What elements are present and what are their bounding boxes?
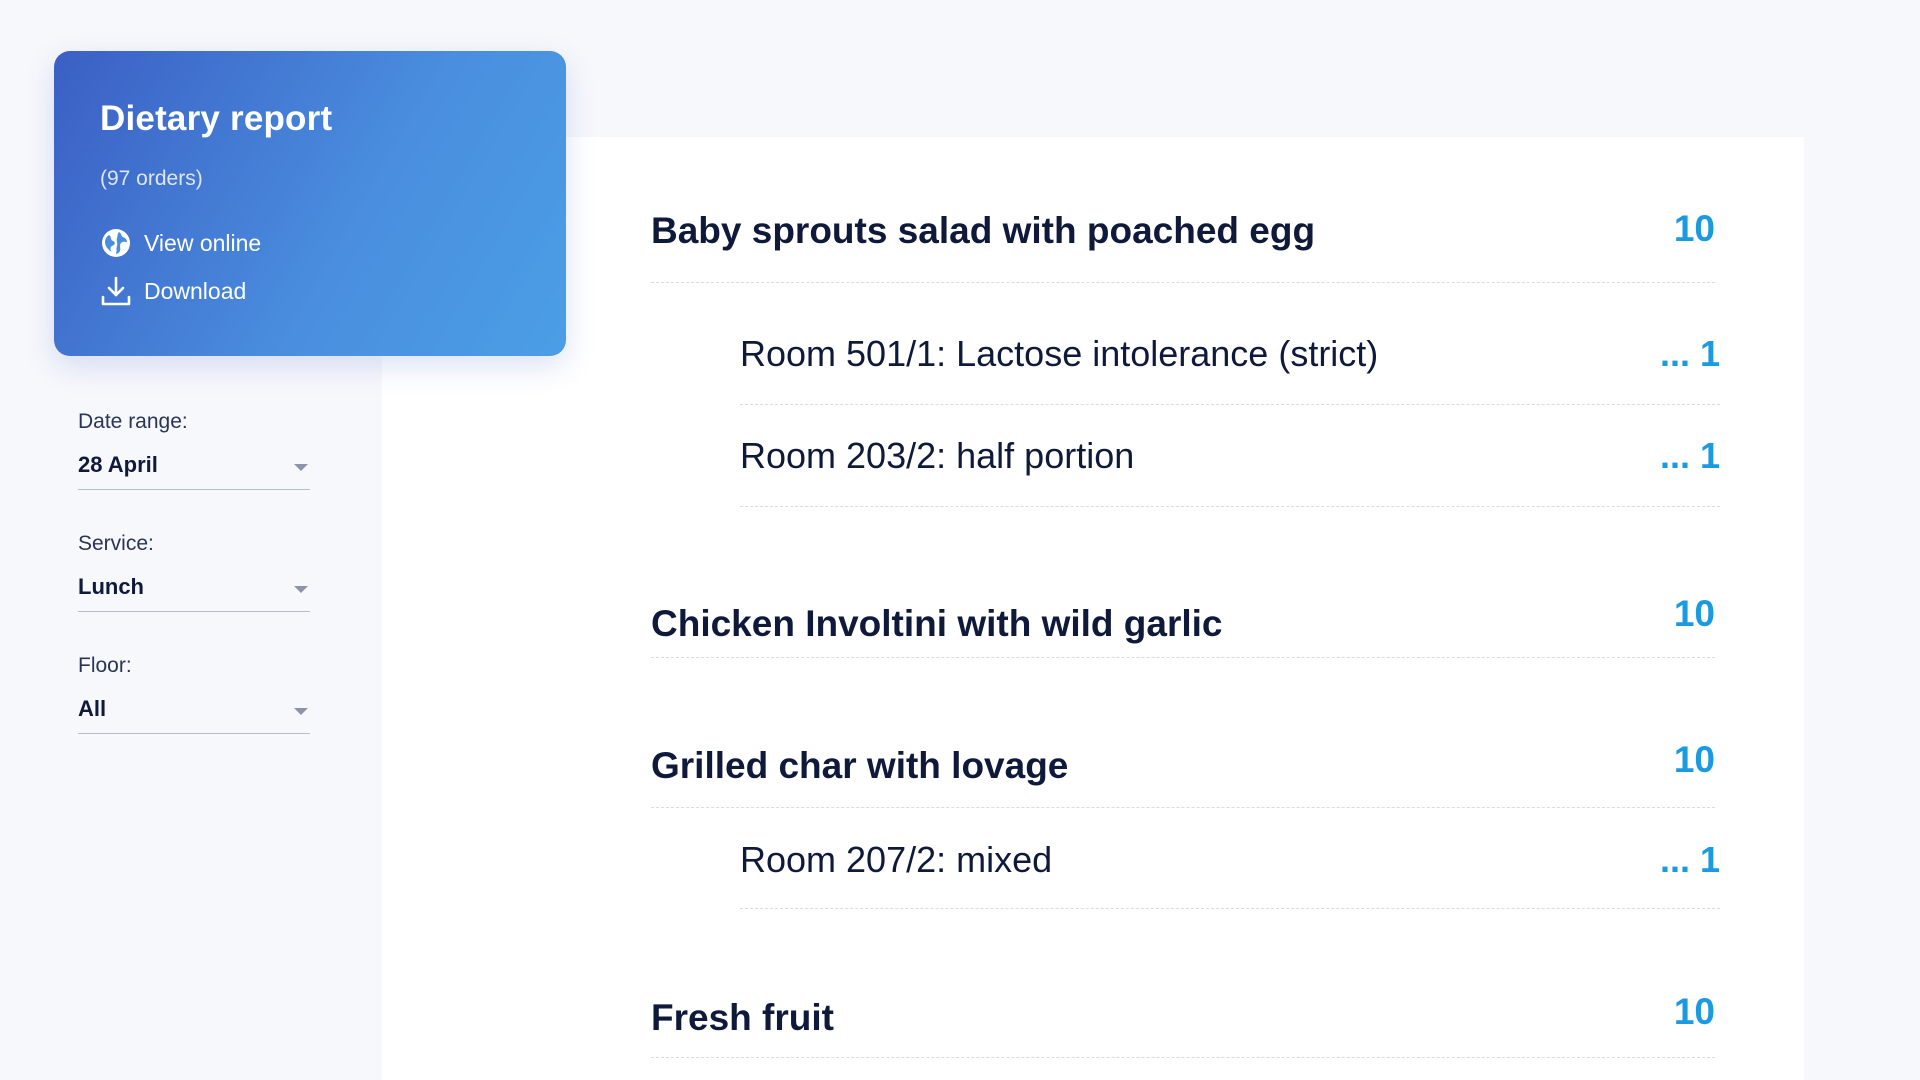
date-range-value: 28 April bbox=[78, 452, 158, 477]
download-icon bbox=[100, 275, 132, 307]
dietary-report-page: Dietary report (97 orders) View online D… bbox=[0, 0, 1920, 1080]
report-title: Dietary report bbox=[100, 99, 333, 138]
dietary-note-count: ... 1 bbox=[1659, 839, 1720, 880]
dish-name: Grilled char with lovage bbox=[651, 745, 1069, 786]
service-label: Service: bbox=[78, 532, 154, 555]
dietary-note-count: ... 1 bbox=[1659, 333, 1720, 374]
sidebar: Dietary report (97 orders) View online D… bbox=[0, 0, 566, 1080]
dietary-note-count: ... 1 bbox=[1659, 435, 1720, 476]
report-card: Dietary report (97 orders) View online D… bbox=[54, 51, 566, 356]
service-select[interactable]: Lunch bbox=[78, 574, 310, 612]
floor-label: Floor: bbox=[78, 654, 132, 677]
dish-row: Grilled char with lovage 10 bbox=[651, 739, 1715, 808]
dish-count: 10 bbox=[1673, 593, 1715, 634]
service-value: Lunch bbox=[78, 574, 144, 599]
dish-count: 10 bbox=[1673, 208, 1715, 249]
view-online-label: View online bbox=[144, 229, 262, 256]
download-label: Download bbox=[144, 277, 247, 304]
date-range-filter: Date range: 28 April bbox=[78, 410, 310, 490]
dish-row: Baby sprouts salad with poached egg 10 bbox=[651, 208, 1715, 283]
dietary-note-row: Room 203/2: half portion ... 1 bbox=[740, 435, 1720, 507]
chevron-down-icon bbox=[294, 708, 308, 715]
dish-row: Chicken Involtini with wild garlic 10 bbox=[651, 593, 1715, 658]
date-range-select[interactable]: 28 April bbox=[78, 452, 310, 490]
service-filter: Service: Lunch bbox=[78, 532, 310, 612]
dietary-note-text: Room 501/1: Lactose intolerance (strict) bbox=[740, 333, 1379, 374]
dietary-note-row: Room 207/2: mixed ... 1 bbox=[740, 839, 1720, 909]
date-range-label: Date range: bbox=[78, 410, 188, 433]
dish-name: Baby sprouts salad with poached egg bbox=[651, 210, 1316, 251]
dietary-note-row: Room 501/1: Lactose intolerance (strict)… bbox=[740, 333, 1720, 405]
dietary-note-text: Room 207/2: mixed bbox=[740, 839, 1053, 880]
chevron-down-icon bbox=[294, 586, 308, 593]
dietary-note-text: Room 203/2: half portion bbox=[740, 435, 1135, 476]
globe-icon bbox=[100, 227, 132, 259]
floor-value: All bbox=[78, 696, 107, 721]
floor-filter: Floor: All bbox=[78, 654, 310, 734]
order-count: (97 orders) bbox=[100, 167, 203, 190]
report-content: Baby sprouts salad with poached egg 10 R… bbox=[382, 137, 1804, 1080]
dish-row: Fresh fruit 10 bbox=[651, 991, 1715, 1058]
dish-name: Chicken Involtini with wild garlic bbox=[651, 603, 1223, 644]
chevron-down-icon bbox=[294, 464, 308, 471]
dish-count: 10 bbox=[1673, 739, 1715, 780]
floor-select[interactable]: All bbox=[78, 696, 310, 734]
dish-name: Fresh fruit bbox=[651, 997, 834, 1038]
download-link[interactable]: Download bbox=[100, 275, 246, 307]
view-online-link[interactable]: View online bbox=[100, 227, 261, 259]
dish-count: 10 bbox=[1673, 991, 1715, 1032]
